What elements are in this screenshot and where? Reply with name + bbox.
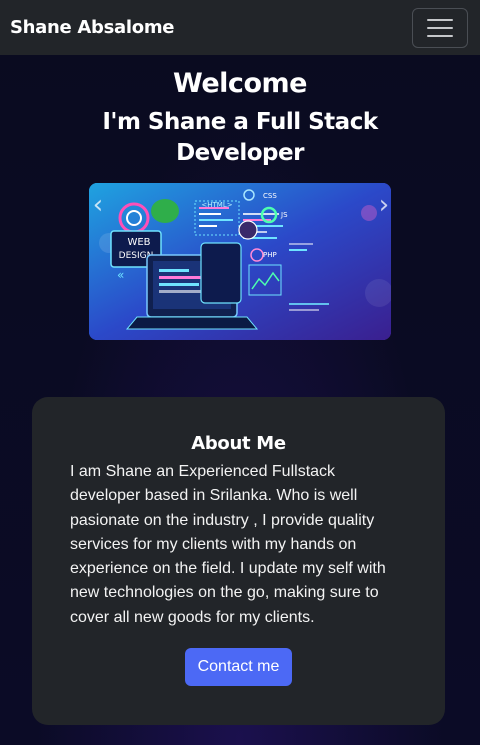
contact-button[interactable]: Contact me (185, 648, 292, 687)
welcome-heading: Welcome (173, 68, 307, 99)
chevron-right-icon: › (378, 190, 390, 220)
php-label: PHP (263, 251, 277, 259)
about-title: About Me (191, 433, 286, 454)
html-label: <HTML> (201, 201, 232, 209)
tagline-heading: I'm Shane a Full Stack Developer (102, 109, 378, 166)
hamburger-menu-icon (427, 18, 453, 21)
navbar: Shane Absalome (0, 0, 480, 55)
web-label: WEB (127, 237, 150, 248)
css-label: CSS (263, 192, 277, 200)
svg-text:«: « (117, 268, 124, 282)
brand-name[interactable]: Shane Absalome (10, 17, 175, 38)
js-label: JS (280, 211, 288, 219)
carousel-prev-button[interactable]: ‹ (78, 184, 118, 341)
web-design-illustration: WEB DESIGN <HTML> CSS JS PHP « (89, 183, 391, 340)
hero-section: Welcome I'm Shane a Full Stack Developer (0, 55, 480, 340)
navbar-toggle-button[interactable] (412, 7, 468, 48)
carousel-next-button[interactable]: › (364, 184, 404, 341)
about-card: About Me I am Shane an Experienced Fulls… (32, 397, 445, 725)
chevron-left-icon: ‹ (92, 190, 104, 220)
hero-carousel: WEB DESIGN <HTML> CSS JS PHP « (89, 183, 391, 340)
about-body: I am Shane an Experienced Fullstack deve… (70, 463, 386, 626)
